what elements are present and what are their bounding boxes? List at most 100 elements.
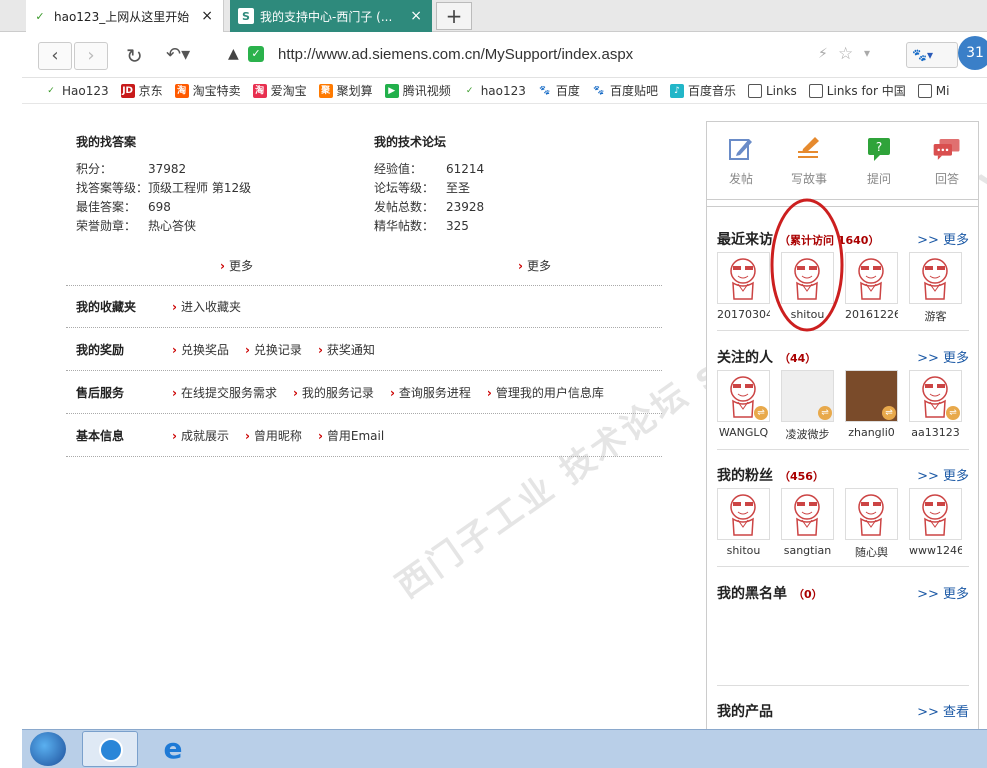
link-achievements[interactable]: › 成就展示 <box>172 427 229 444</box>
star-icon[interactable]: ☆ <box>838 44 853 64</box>
write-story-icon <box>794 134 824 164</box>
undo-icon[interactable]: ↶▾ <box>166 44 190 65</box>
view-link[interactable]: >> 查看 <box>917 701 969 720</box>
address-bar[interactable]: http://www.ad.siemens.com.cn/MySupport/i… <box>278 46 633 63</box>
panel-divider <box>717 685 969 686</box>
chevron-right-icon: › <box>389 386 395 400</box>
forum-more-link[interactable]: › 更多 <box>518 257 551 274</box>
bookmarks-bar: ✓ Hao123 JD 京东 淘淘宝特卖 淘爱淘宝 聚聚划算 ▶ 腾讯视频 ✓ hao1… <box>22 78 987 104</box>
divider <box>66 327 662 328</box>
link-query-progress[interactable]: › 查询服务进程 <box>390 384 471 401</box>
profile-badge[interactable]: 31 <box>958 36 987 70</box>
cartoon-avatar-icon <box>845 252 898 304</box>
juhuasuan-icon: 聚 <box>318 83 333 98</box>
cartoon-avatar-icon: ⇌ <box>717 370 770 422</box>
lightning-icon[interactable]: ⚡ <box>818 46 828 62</box>
ask-button[interactable]: ? 提问 <box>849 134 909 187</box>
bookmark-item[interactable]: Mi <box>917 83 949 98</box>
more-link[interactable]: >> 更多 <box>917 583 969 602</box>
avatar-item[interactable]: ⇌ zhangli0 <box>845 370 898 442</box>
search-engine-button[interactable]: 🐾▾ <box>906 42 958 68</box>
stat-row: 精华帖数： 325 <box>374 219 469 233</box>
bookmark-item[interactable]: ▶ 腾讯视频 <box>384 82 451 99</box>
avatar-item[interactable]: sangtian <box>781 488 834 560</box>
more-link[interactable]: >> 更多 <box>917 347 969 366</box>
after-sales-label: 售后服务 <box>76 386 125 400</box>
products-header: 我的产品 >> 查看 <box>717 701 969 721</box>
new-tab-button[interactable]: + <box>436 2 472 30</box>
answer-button[interactable]: 回答 <box>917 134 977 187</box>
close-icon[interactable]: × <box>201 8 213 24</box>
bookmark-item[interactable]: 🐾 百度 <box>537 82 580 99</box>
avatar-item[interactable]: ⇌ 凌波微步 <box>781 370 834 442</box>
bookmark-item[interactable]: Links <box>747 83 797 98</box>
bookmark-item[interactable]: ✓ hao123 <box>462 83 526 98</box>
chevron-right-icon: › <box>172 386 177 400</box>
link-redeem-record[interactable]: › 兑换记录 <box>245 341 302 358</box>
link-award-notice[interactable]: › 获奖通知 <box>318 341 375 358</box>
bookmark-item[interactable]: 淘淘宝特卖 <box>174 82 241 99</box>
divider <box>66 413 662 414</box>
avatar-item[interactable]: 20161226 <box>845 252 898 324</box>
following-header: 关注的人 （44） >> 更多 <box>717 347 969 367</box>
write-story-button[interactable]: 写故事 <box>779 134 839 187</box>
more-link[interactable]: >> 更多 <box>917 465 969 484</box>
jd-icon: JD <box>120 83 135 98</box>
back-button[interactable]: ‹ <box>38 42 72 70</box>
panel-divider <box>717 566 969 567</box>
swap-icon: ⇌ <box>754 406 768 420</box>
bookmark-item[interactable]: JD 京东 <box>120 82 163 99</box>
chevron-down-icon[interactable]: ▾ <box>864 46 870 60</box>
link-redeem-prize[interactable]: › 兑换奖品 <box>172 341 229 358</box>
puppies-photo-icon: ⇌ <box>845 370 898 422</box>
bookmark-item[interactable]: Links for 中国 <box>808 82 906 99</box>
taskbar-app-browser[interactable] <box>82 731 138 767</box>
avatar-item[interactable]: www12469 <box>909 488 962 560</box>
stat-row: 找答案等级：顶级工程师 第12级 <box>76 181 252 195</box>
action-bar: 发帖 写故事 ? 提问 回答 <box>707 122 978 200</box>
close-icon[interactable]: × <box>410 8 422 24</box>
blacklist-header: 我的黑名单 （0） >> 更多 <box>717 583 969 603</box>
bookmark-item[interactable]: 🐾 百度贴吧 <box>591 82 658 99</box>
swap-icon: ⇌ <box>946 406 960 420</box>
bookmark-item[interactable]: ✓ Hao123 <box>44 83 109 98</box>
link-enter-favorites[interactable]: › 进入收藏夹 <box>172 298 241 315</box>
bookmark-item[interactable]: 淘爱淘宝 <box>252 82 307 99</box>
avatar-item[interactable]: 游客 <box>909 252 962 324</box>
avatar-item[interactable]: 随心舆 <box>845 488 898 560</box>
bookmark-item[interactable]: 聚聚划算 <box>318 82 373 99</box>
svg-text:?: ? <box>876 140 882 154</box>
answers-more-link[interactable]: › 更多 <box>220 257 253 274</box>
post-button[interactable]: 发帖 <box>711 134 771 187</box>
chevron-right-icon: › <box>172 429 177 443</box>
security-icon: ▲ <box>228 46 239 62</box>
reload-icon[interactable]: ↻ <box>126 44 143 68</box>
tab-hao123[interactable]: ✓ hao123_上网从这里开始 × <box>26 0 224 32</box>
stat-row: 最佳答案： 698 <box>76 200 171 214</box>
avatar-item[interactable]: ⇌ WANGLQ <box>717 370 770 442</box>
start-button[interactable] <box>30 732 66 766</box>
chevron-right-icon: › <box>172 343 177 357</box>
stat-row: 荣誉勋章： 热心答侠 <box>76 219 197 233</box>
link-service-records[interactable]: › 我的服务记录 <box>293 384 374 401</box>
answers-title: 我的找答案 <box>76 135 137 149</box>
ie-icon[interactable]: e <box>156 733 190 765</box>
answers-stats: 积分： 37982 找答案等级：顶级工程师 第12级 最佳答案： 698 荣誉勋章：… <box>76 160 316 236</box>
link-former-nicknames[interactable]: › 曾用昵称 <box>245 427 302 444</box>
link-manage-user-db[interactable]: › 管理我的用户信息库 <box>487 384 604 401</box>
forward-button[interactable]: › <box>74 42 108 70</box>
bookmark-item[interactable]: ♪ 百度音乐 <box>669 82 736 99</box>
more-link[interactable]: >> 更多 <box>917 229 969 248</box>
basic-info-links: › 成就展示 › 曾用昵称 › 曾用Email <box>172 427 384 444</box>
avatar-item[interactable]: ⇌ aa13123 <box>909 370 962 442</box>
link-submit-service[interactable]: › 在线提交服务需求 <box>172 384 277 401</box>
hao123-icon: ✓ <box>35 9 45 23</box>
basic-info-label: 基本信息 <box>76 429 125 443</box>
avatar-item[interactable]: shitou <box>717 488 770 560</box>
avatar-item[interactable]: 20170304 <box>717 252 770 324</box>
s-icon: S <box>238 8 254 24</box>
browser-icon <box>99 738 123 762</box>
tab-siemens-support[interactable]: S 我的支持中心-西门子 (... × <box>230 0 432 32</box>
link-former-email[interactable]: › 曾用Email <box>318 427 384 444</box>
stat-row: 经验值： 61214 <box>374 162 485 176</box>
